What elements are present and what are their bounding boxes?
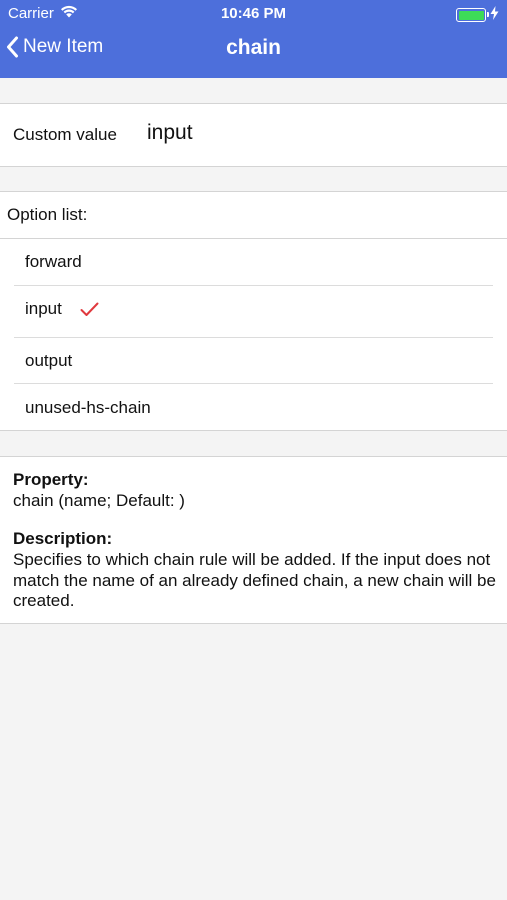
option-item-forward[interactable]: forward xyxy=(0,239,507,285)
section-divider xyxy=(0,430,507,431)
custom-value-label: Custom value xyxy=(13,125,117,144)
option-item-input[interactable]: input xyxy=(0,286,507,337)
section-divider xyxy=(0,623,507,624)
page-title: chain xyxy=(226,36,281,59)
description-text: Specifies to which chain rule will be ad… xyxy=(13,550,496,610)
option-label: input xyxy=(25,299,62,318)
battery-icon xyxy=(456,8,489,22)
option-label: output xyxy=(25,351,73,370)
status-time: 10:46 PM xyxy=(220,5,287,22)
navigation-bar: Carrier 10:46 PM New Item chain xyxy=(0,0,507,78)
custom-value-input[interactable] xyxy=(147,121,487,145)
charging-bolt-icon xyxy=(490,6,499,24)
option-item-unused-hs-chain[interactable]: unused-hs-chain xyxy=(0,384,507,430)
status-right xyxy=(456,6,499,24)
section-divider xyxy=(0,166,507,167)
property-heading: Property: xyxy=(13,470,89,489)
status-bar: Carrier 10:46 PM xyxy=(0,0,507,28)
property-value: chain (name; Default: ) xyxy=(13,491,185,510)
option-label: forward xyxy=(25,252,82,271)
checkmark-icon xyxy=(80,302,99,322)
option-list-header: Option list: xyxy=(7,205,88,224)
description-heading: Description: xyxy=(13,529,113,548)
option-label: unused-hs-chain xyxy=(25,398,151,417)
option-item-output[interactable]: output xyxy=(0,338,507,384)
